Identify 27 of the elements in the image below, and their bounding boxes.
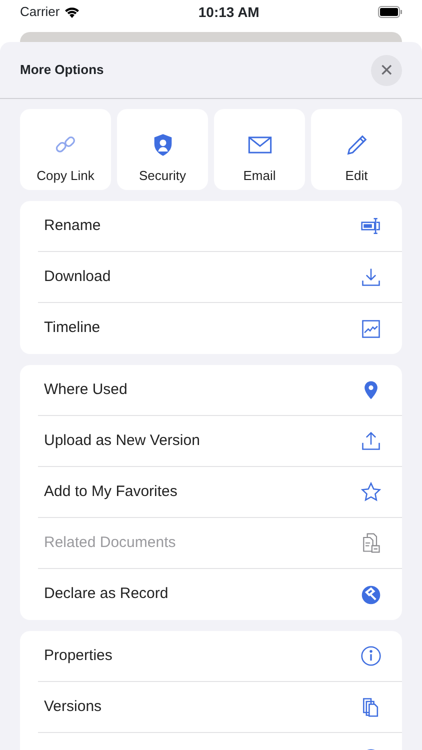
text-field-icon — [360, 215, 382, 237]
carrier-label: Carrier — [20, 3, 60, 22]
quick-action-tile[interactable]: Email — [214, 109, 305, 190]
documents-icon — [360, 532, 382, 554]
status-time: 10:13 AM — [198, 2, 260, 22]
menu-item[interactable]: Versions — [38, 682, 402, 733]
info-icon — [360, 645, 382, 667]
menu-item[interactable]: Rename — [38, 201, 402, 252]
quick-action-tile[interactable]: Edit — [311, 109, 402, 190]
menu-item[interactable]: Timeline — [38, 303, 402, 354]
menu-item[interactable]: Properties — [38, 631, 402, 682]
battery-icon — [378, 6, 402, 18]
quick-action-tile[interactable]: Security — [117, 109, 208, 190]
chart-icon — [360, 318, 382, 340]
sheet-title: More Options — [20, 61, 104, 80]
menu-item[interactable]: Where Used — [38, 365, 402, 416]
menu-item[interactable]: Upload as New Version — [38, 416, 402, 467]
upload-icon — [360, 430, 382, 452]
menu-item[interactable]: Declare as Record — [38, 569, 402, 620]
menu-item[interactable]: Add to My Favorites — [38, 467, 402, 518]
gavel-icon — [360, 584, 382, 606]
star-icon — [360, 481, 382, 503]
close-button[interactable]: ✕ — [371, 54, 402, 86]
menu-item[interactable]: Download — [38, 252, 402, 303]
quick-action-tile[interactable]: Copy Link — [20, 109, 111, 190]
wifi-icon — [64, 6, 80, 18]
download-icon — [360, 266, 382, 288]
